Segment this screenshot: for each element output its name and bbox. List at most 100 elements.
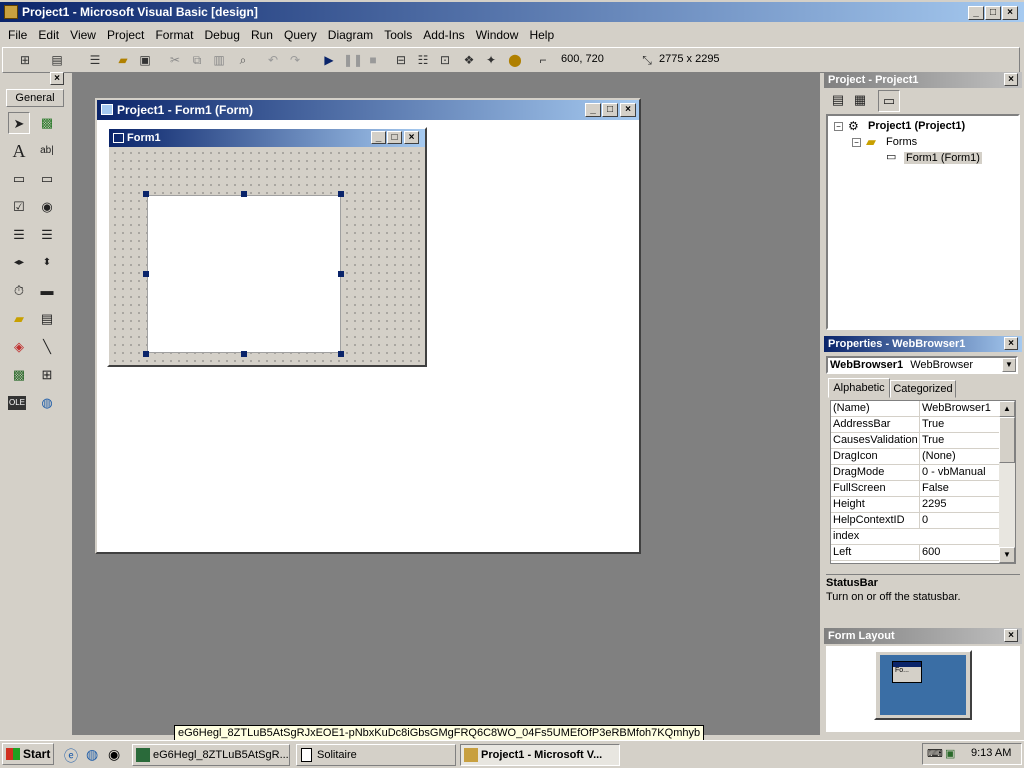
- collapse-root-icon[interactable]: −: [834, 122, 843, 131]
- form1-maximize-button[interactable]: □: [387, 131, 402, 144]
- cut-icon[interactable]: ✂: [167, 52, 183, 68]
- resize-handle[interactable]: [143, 351, 149, 357]
- project-explorer-title-bar[interactable]: Project - Project1: [824, 72, 1022, 88]
- redo-icon[interactable]: ↷: [287, 52, 303, 68]
- app-minimize-button[interactable]: _: [968, 6, 984, 20]
- form-designer-title-bar[interactable]: Project1 - Form1 (Form): [97, 100, 639, 120]
- form1-close-button[interactable]: ×: [404, 131, 419, 144]
- menu-help[interactable]: Help: [525, 25, 558, 45]
- drivelistbox-icon[interactable]: ▬: [36, 280, 58, 302]
- shape-icon[interactable]: ◈: [8, 336, 30, 358]
- app-close-button[interactable]: ×: [1002, 6, 1018, 20]
- form-layout-title-bar[interactable]: Form Layout: [824, 628, 1022, 644]
- data-view-icon[interactable]: ⬤: [507, 52, 523, 68]
- property-row[interactable]: Height 2295: [831, 497, 999, 513]
- form-layout-icon[interactable]: ⊡: [437, 52, 453, 68]
- copy-icon[interactable]: ⧉: [189, 52, 205, 68]
- form1[interactable]: Form1 _ □ ×: [107, 127, 427, 367]
- resize-handle[interactable]: [241, 351, 247, 357]
- resize-handle[interactable]: [338, 351, 344, 357]
- add-project-icon[interactable]: ⊞: [17, 52, 33, 68]
- toolbox-icon[interactable]: ✦: [483, 52, 499, 68]
- menu-diagram[interactable]: Diagram: [324, 25, 377, 45]
- tree-root[interactable]: Project1 (Project1): [868, 120, 965, 132]
- add-form-icon[interactable]: ▤: [49, 52, 65, 68]
- object-selector[interactable]: WebBrowser1 WebBrowser ▼: [826, 356, 1018, 374]
- label-icon[interactable]: A: [8, 140, 30, 162]
- menu-project[interactable]: Project: [103, 25, 148, 45]
- property-scrollbar[interactable]: ▲ ▼: [999, 401, 1015, 563]
- tab-alphabetic[interactable]: Alphabetic: [828, 378, 890, 398]
- form1-client-area[interactable]: [109, 147, 425, 365]
- tree-item-form1[interactable]: Form1 (Form1): [904, 152, 982, 164]
- toolbox-tab-general[interactable]: General: [6, 89, 64, 107]
- clock[interactable]: 9:13 AM: [971, 747, 1011, 759]
- property-row[interactable]: DragMode 0 - vbManual: [831, 465, 999, 481]
- end-icon[interactable]: ■: [365, 52, 381, 68]
- keyboard-icon[interactable]: ⌨: [927, 747, 943, 760]
- property-value[interactable]: True: [919, 433, 999, 448]
- listbox-icon[interactable]: ☰: [36, 224, 58, 246]
- property-value[interactable]: 0 - vbManual: [919, 465, 999, 480]
- hscrollbar-icon[interactable]: ◂▸: [8, 252, 30, 274]
- resize-handle[interactable]: [143, 271, 149, 277]
- combobox-icon[interactable]: ☰: [8, 224, 30, 246]
- property-value[interactable]: (None): [919, 449, 999, 464]
- vscrollbar-icon[interactable]: ⬍: [36, 252, 58, 274]
- ole-icon[interactable]: OLE: [8, 396, 26, 410]
- menu-add-ins[interactable]: Add-Ins: [419, 25, 468, 45]
- open-icon[interactable]: ▰: [115, 52, 131, 68]
- menu-format[interactable]: Format: [151, 25, 197, 45]
- resize-handle[interactable]: [241, 191, 247, 197]
- save-icon[interactable]: ▣: [137, 52, 153, 68]
- scroll-up-arrow-icon[interactable]: ▲: [999, 401, 1015, 417]
- property-row[interactable]: Left 600: [831, 545, 999, 561]
- properties-window-icon[interactable]: ☷: [415, 52, 431, 68]
- resize-handle[interactable]: [338, 191, 344, 197]
- checkbox-icon[interactable]: ☑: [8, 196, 30, 218]
- image-icon[interactable]: ▩: [8, 364, 30, 386]
- menu-edit[interactable]: Edit: [34, 25, 63, 45]
- form-position-thumbnail[interactable]: Fo...: [892, 661, 922, 683]
- dirlistbox-icon[interactable]: ▰: [8, 308, 30, 330]
- form1-minimize-button[interactable]: _: [371, 131, 386, 144]
- commandbutton-icon[interactable]: ▭: [36, 168, 58, 190]
- task-browser[interactable]: eG6Hegl_8ZTLuB5AtSgR...: [132, 744, 290, 766]
- menu-view[interactable]: View: [66, 25, 100, 45]
- property-row[interactable]: AddressBar True: [831, 417, 999, 433]
- data-control-icon[interactable]: ⊞: [36, 364, 58, 386]
- task-solitaire[interactable]: Solitaire: [296, 744, 456, 766]
- form-designer-maximize-button[interactable]: □: [602, 103, 618, 117]
- desktop-icon[interactable]: ◍: [86, 746, 98, 763]
- media-player-icon[interactable]: ◉: [108, 746, 120, 763]
- timer-icon[interactable]: ⏱: [8, 280, 30, 302]
- property-row[interactable]: CausesValidation True: [831, 433, 999, 449]
- property-value[interactable]: 2295: [919, 497, 999, 512]
- textbox-icon[interactable]: ab|: [36, 140, 58, 162]
- start-button[interactable]: Start: [2, 743, 54, 765]
- property-value[interactable]: False: [919, 481, 999, 496]
- menu-tools[interactable]: Tools: [380, 25, 416, 45]
- toggle-folders-icon[interactable]: ▭: [878, 90, 900, 112]
- webbrowser1-control[interactable]: [147, 195, 341, 353]
- start-icon[interactable]: ▶: [321, 52, 337, 68]
- menu-run[interactable]: Run: [247, 25, 277, 45]
- ie-icon[interactable]: ⓔ: [64, 746, 78, 766]
- property-row[interactable]: FullScreen False: [831, 481, 999, 497]
- tree-folder-forms[interactable]: Forms: [886, 136, 917, 148]
- menu-window[interactable]: Window: [472, 25, 523, 45]
- menu-file[interactable]: File: [4, 25, 31, 45]
- menu-editor-icon[interactable]: ☰: [87, 52, 103, 68]
- find-icon[interactable]: ⌕: [235, 52, 251, 68]
- property-row[interactable]: DragIcon (None): [831, 449, 999, 465]
- line-icon[interactable]: ╲: [36, 336, 58, 358]
- properties-close-button[interactable]: ×: [1004, 337, 1018, 350]
- object-browser-icon[interactable]: ❖: [461, 52, 477, 68]
- menu-debug[interactable]: Debug: [201, 25, 244, 45]
- property-value[interactable]: WebBrowser1: [919, 401, 999, 416]
- toolbox-close-button[interactable]: ×: [50, 72, 64, 85]
- property-value[interactable]: 0: [919, 513, 999, 528]
- view-object-icon[interactable]: ▦: [850, 90, 870, 110]
- property-row[interactable]: index: [831, 529, 999, 545]
- property-value[interactable]: True: [919, 417, 999, 432]
